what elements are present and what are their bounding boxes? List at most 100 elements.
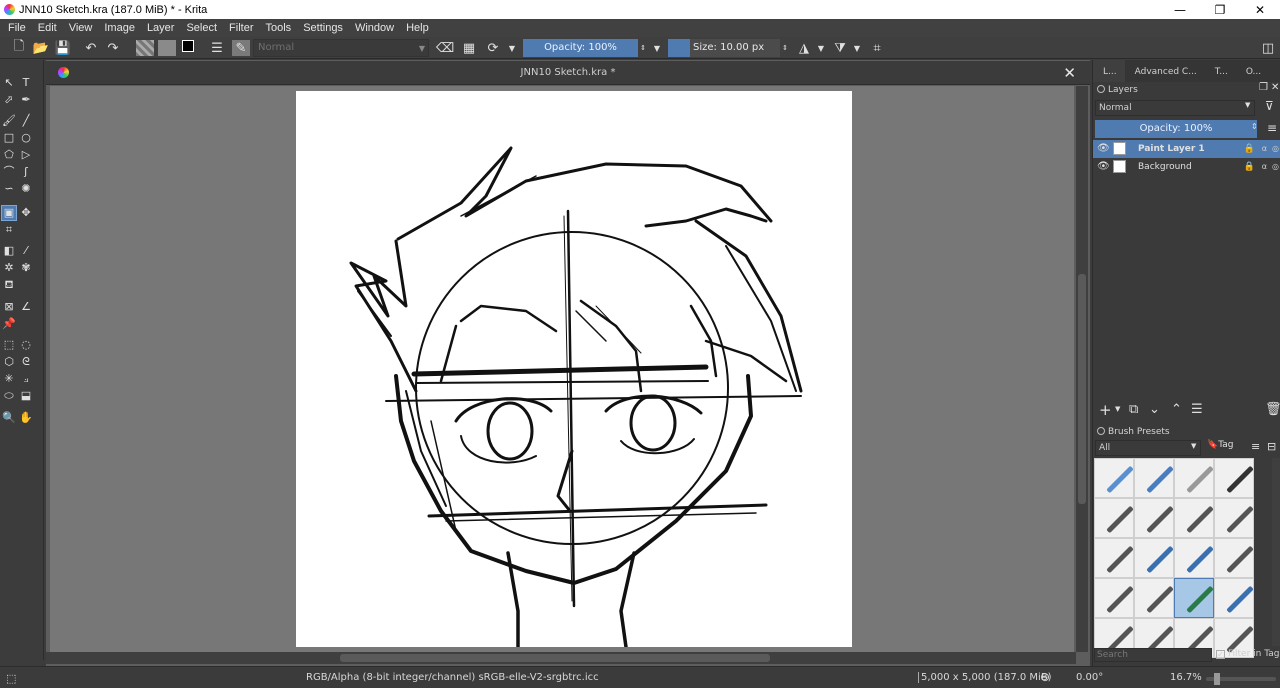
brush-preset[interactable]	[1134, 538, 1174, 578]
polygon-select-tool-icon[interactable]: ⬡	[2, 355, 16, 369]
wrap-around-icon[interactable]: ⌗	[869, 40, 885, 56]
gradient-tool-icon[interactable]: ◧	[2, 244, 16, 258]
minimize-button[interactable]: —	[1160, 0, 1200, 19]
brush-search-input[interactable]: Search	[1094, 648, 1212, 662]
ellipse-tool-icon[interactable]: ○	[19, 131, 33, 145]
document-tab[interactable]: JNN10 Sketch.kra * ✕	[46, 61, 1090, 85]
tab-tool-options[interactable]: T...	[1205, 60, 1236, 82]
rect-select-tool-icon[interactable]: ⬚	[2, 338, 16, 352]
layer-row-background[interactable]: 👁 Background 🔒 α ◎	[1093, 158, 1280, 176]
layer-menu-icon[interactable]: ≡	[1267, 121, 1277, 135]
rotation-reset-icon[interactable]: ⊖	[1040, 670, 1050, 684]
inherit-alpha-icon[interactable]: ◎	[1272, 158, 1279, 176]
transform-tool-icon[interactable]: ▣	[1, 205, 17, 221]
fg-bg-color-icon[interactable]	[182, 40, 200, 56]
contiguous-select-tool-icon[interactable]: ✳	[2, 372, 16, 386]
selection-mode-icon[interactable]: ⬚	[6, 672, 16, 685]
brush-filter-select[interactable]: All	[1095, 440, 1201, 456]
filter-icon[interactable]: ⊽	[1265, 99, 1274, 113]
brush-settings-icon[interactable]: ☰	[209, 40, 225, 56]
pan-tool-icon[interactable]: ✋	[19, 411, 33, 425]
visibility-eye-icon[interactable]: 👁	[1097, 140, 1110, 158]
polygon-tool-icon[interactable]: ⬠	[2, 148, 16, 162]
size-spin-icon[interactable]: ⇕	[780, 40, 790, 56]
tag-button[interactable]: 🔖Tag	[1207, 440, 1233, 450]
maximize-button[interactable]: ❐	[1200, 0, 1240, 19]
edit-shapes-tool-icon[interactable]: ⬀	[2, 93, 16, 107]
menu-help[interactable]: Help	[400, 22, 435, 34]
calligraphy-tool-icon[interactable]: ✒	[19, 93, 33, 107]
crop-tool-icon[interactable]: ⌗	[2, 223, 16, 237]
import-resource-icon[interactable]: ⊟	[1267, 440, 1276, 453]
brush-preset[interactable]	[1174, 538, 1214, 578]
multibrush-tool-icon[interactable]: ✺	[19, 182, 33, 196]
text-tool-icon[interactable]: T	[19, 76, 33, 90]
size-slider[interactable]: Size: 10.00 px	[668, 39, 780, 57]
freehand-brush-tool-icon[interactable]: 🖌	[2, 114, 16, 128]
menu-settings[interactable]: Settings	[297, 22, 349, 34]
brush-preset[interactable]	[1214, 538, 1254, 578]
fill-tool-icon[interactable]: ⛾	[2, 278, 16, 292]
smart-patch-tool-icon[interactable]: ✲	[2, 261, 16, 275]
blend-mode-select[interactable]: Normal	[253, 39, 429, 57]
new-document-icon[interactable]: 🗋	[11, 39, 27, 56]
zoom-slider-handle[interactable]	[1214, 673, 1220, 685]
brush-preset[interactable]	[1094, 578, 1134, 618]
menu-image[interactable]: Image	[98, 22, 141, 34]
canvas-paper[interactable]	[296, 91, 852, 647]
layer-properties-button[interactable]: ☰	[1191, 402, 1203, 417]
horizontal-scrollbar[interactable]	[46, 652, 1076, 664]
polyline-tool-icon[interactable]: ▷	[19, 148, 33, 162]
freehand-select-tool-icon[interactable]: ᘓ	[19, 355, 33, 369]
menu-tools[interactable]: Tools	[260, 22, 298, 34]
eraser-mode-icon[interactable]: ⌫	[436, 40, 454, 56]
delete-layer-button[interactable]: 🗑	[1265, 402, 1280, 417]
select-shapes-tool-icon[interactable]: ↖	[2, 76, 16, 90]
close-panel-icon[interactable]: ✕	[1271, 82, 1279, 93]
opacity-spin-icon[interactable]: ⇕	[1251, 122, 1258, 131]
move-tool-icon[interactable]: ✥	[19, 206, 33, 220]
dynamic-brush-tool-icon[interactable]: ∽	[2, 182, 16, 196]
menu-file[interactable]: File	[2, 22, 32, 34]
mirror-horizontal-icon[interactable]: ◮	[796, 40, 812, 56]
colorize-mask-tool-icon[interactable]: ✾	[19, 261, 33, 275]
vertical-scroll-thumb[interactable]	[1078, 274, 1086, 504]
vertical-scrollbar[interactable]	[1076, 86, 1088, 652]
preserve-alpha-icon[interactable]: ▦	[461, 40, 477, 56]
brush-preset[interactable]	[1094, 538, 1134, 578]
brush-preset[interactable]	[1174, 458, 1214, 498]
opacity-spin-icon[interactable]: ⇕	[638, 40, 648, 56]
brush-preset[interactable]	[1134, 458, 1174, 498]
mirror-vertical-icon[interactable]: ⧩	[832, 40, 848, 56]
gradient-preset-icon[interactable]	[136, 40, 154, 56]
lock-icon[interactable]: 🔒	[1244, 158, 1255, 176]
brush-preset[interactable]	[1094, 498, 1134, 538]
bezier-select-tool-icon[interactable]: ⬭	[2, 389, 16, 403]
magnetic-select-tool-icon[interactable]: ⬓	[19, 389, 33, 403]
measure-tool-icon[interactable]: ∠	[19, 300, 33, 314]
close-window-button[interactable]: ✕	[1240, 0, 1280, 19]
tab-advanced-color[interactable]: Advanced C...	[1125, 60, 1205, 82]
move-layer-up-button[interactable]: ⌃	[1171, 402, 1182, 417]
brush-preset-selected[interactable]	[1174, 578, 1214, 618]
float-panel-icon[interactable]: ❐	[1259, 82, 1268, 93]
close-document-icon[interactable]: ✕	[1063, 64, 1076, 82]
redo-icon[interactable]: ↷	[105, 40, 121, 56]
menu-edit[interactable]: Edit	[32, 22, 63, 34]
brush-preset[interactable]	[1214, 458, 1254, 498]
horizontal-scroll-thumb[interactable]	[340, 654, 770, 662]
rectangle-tool-icon[interactable]: □	[2, 131, 16, 145]
menu-window[interactable]: Window	[349, 22, 400, 34]
menu-select[interactable]: Select	[180, 22, 223, 34]
alpha-lock-icon[interactable]: α	[1262, 140, 1267, 158]
brush-preset-icon[interactable]: ✎	[232, 40, 250, 56]
line-tool-icon[interactable]: ╱	[19, 114, 33, 128]
layer-row-paint-layer-1[interactable]: 👁 Paint Layer 1 🔒 α ◎	[1093, 140, 1280, 158]
zoom-slider[interactable]	[1206, 673, 1276, 685]
duplicate-layer-button[interactable]: ⧉	[1129, 402, 1138, 417]
ellipse-select-tool-icon[interactable]: ◌	[19, 338, 33, 352]
panel-float-icon[interactable]	[1097, 427, 1105, 435]
brush-presets-scrollbar[interactable]	[1272, 458, 1280, 646]
reload-preset-icon[interactable]: ⟳	[485, 40, 501, 56]
checkbox-icon[interactable]: ✓	[1216, 650, 1225, 659]
